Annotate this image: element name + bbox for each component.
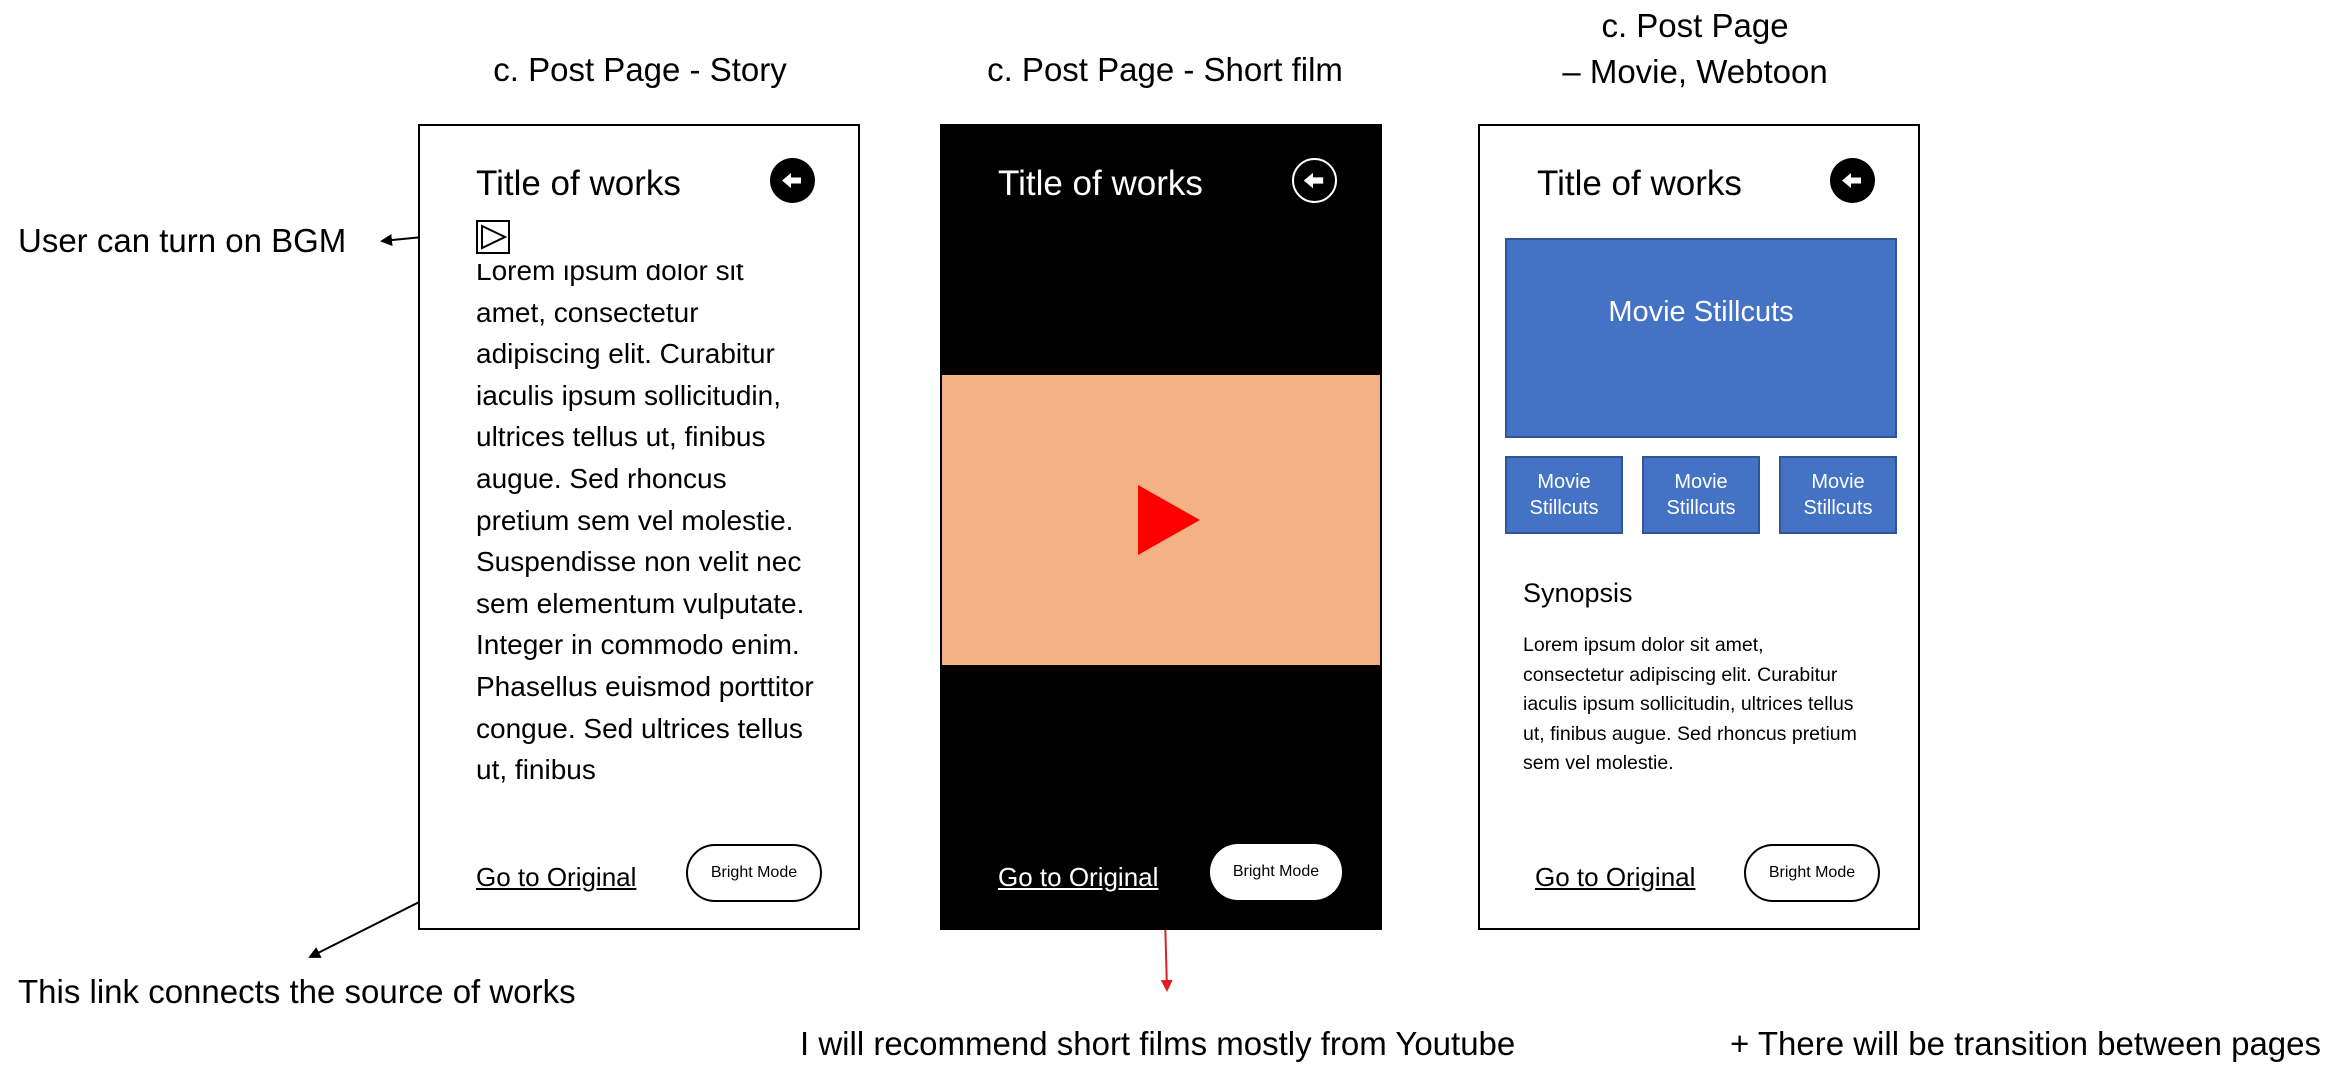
go-to-original-link[interactable]: Go to Original — [476, 860, 636, 894]
video-player[interactable] — [942, 375, 1380, 665]
back-arrow-icon — [1303, 172, 1324, 189]
phone-movie: Title of works Movie Stillcuts Movie Sti… — [1478, 124, 1920, 930]
back-button[interactable] — [770, 158, 815, 203]
bright-mode-button[interactable]: Bright Mode — [686, 844, 822, 902]
back-button[interactable] — [1292, 158, 1337, 203]
heading-movie-line2: – Movie, Webtoon — [1562, 53, 1828, 90]
note-bgm: User can turn on BGM — [18, 222, 347, 259]
bright-mode-button[interactable]: Bright Mode — [1744, 844, 1880, 902]
go-to-original-link[interactable]: Go to Original — [998, 860, 1158, 894]
bright-mode-button[interactable]: Bright Mode — [1210, 844, 1342, 900]
story-body: Lorem ipsum dolor sit amet, consectetur … — [476, 264, 816, 806]
page-title: Title of works — [998, 164, 1203, 203]
heading-short-film: c. Post Page - Short film — [987, 51, 1343, 88]
main-stillcut[interactable]: Movie Stillcuts — [1505, 238, 1897, 438]
phone-short-film: Title of works Go to Original Bright Mod… — [940, 124, 1382, 930]
note-transition: + There will be transition between pages — [1730, 1025, 2322, 1062]
play-triangle-icon[interactable] — [1138, 485, 1200, 555]
stillcut-thumb-2[interactable]: Movie Stillcuts — [1642, 456, 1760, 534]
back-arrow-icon — [1842, 173, 1861, 188]
stillcut-thumb-3[interactable]: Movie Stillcuts — [1779, 456, 1897, 534]
synopsis-text: Lorem ipsum dolor sit amet, consectetur … — [1523, 634, 1857, 774]
page-title: Title of works — [476, 164, 681, 203]
story-text: Lorem ipsum dolor sit amet, consectetur … — [476, 264, 814, 786]
stillcut-thumb-1[interactable]: Movie Stillcuts — [1505, 456, 1623, 534]
synopsis-title: Synopsis — [1523, 578, 1633, 608]
play-square-icon[interactable] — [476, 220, 510, 254]
phone-story: Title of works Lorem ipsum dolor sit ame… — [418, 124, 860, 930]
page-title: Title of works — [1537, 164, 1742, 203]
heading-story: c. Post Page - Story — [493, 51, 787, 88]
note-link: This link connects the source of works — [18, 973, 576, 1010]
note-youtube: I will recommend short films mostly from… — [800, 1025, 1516, 1062]
heading-movie-line1: c. Post Page — [1601, 7, 1789, 44]
go-to-original-link[interactable]: Go to Original — [1535, 860, 1695, 894]
back-arrow-icon — [782, 173, 801, 188]
back-button[interactable] — [1830, 158, 1875, 203]
